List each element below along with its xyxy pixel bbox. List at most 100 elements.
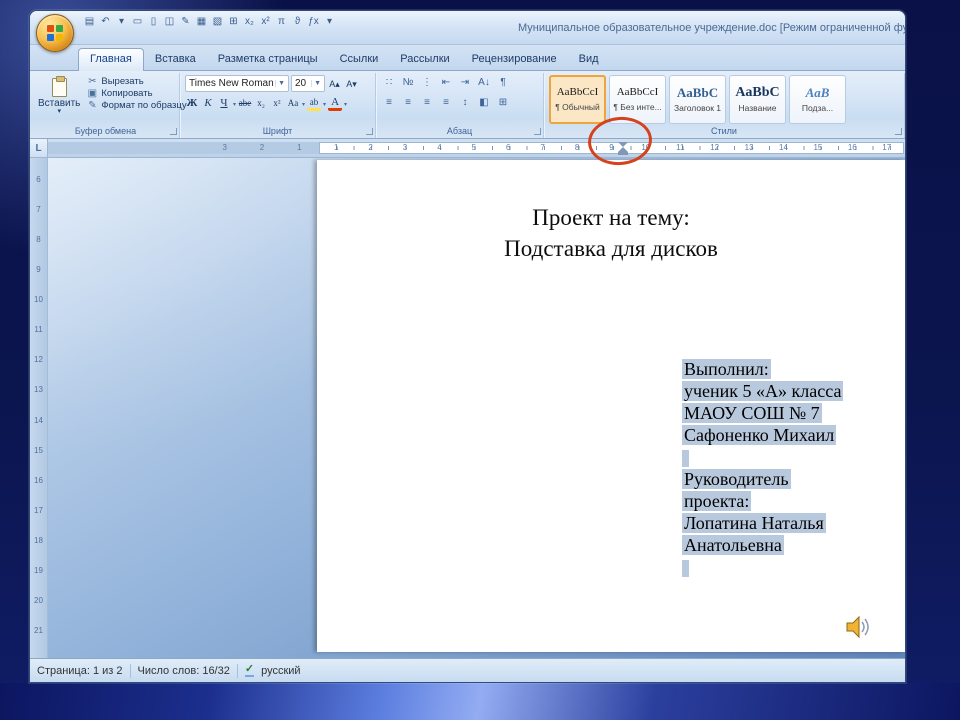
font-dialog-launcher-icon[interactable]: [366, 128, 373, 135]
cut-button[interactable]: ✂ Вырезать: [86, 76, 186, 87]
highlight-dropdown-icon[interactable]: ▾: [323, 101, 326, 108]
ruler-number: 2: [368, 143, 373, 152]
style-card[interactable]: AaB Подза...: [789, 75, 846, 124]
speaker-icon[interactable]: [845, 614, 873, 640]
borders-icon[interactable]: ⊞: [226, 14, 241, 30]
print-preview-icon[interactable]: ◫: [162, 14, 177, 30]
theta-icon[interactable]: ϑ: [290, 14, 305, 30]
case-dropdown-icon[interactable]: ▾: [302, 101, 305, 108]
qat-menu-icon[interactable]: ▾: [322, 14, 337, 30]
borders-grid-icon[interactable]: ⊞: [495, 95, 511, 111]
chevron-down-icon[interactable]: ▼: [311, 80, 321, 87]
save-icon[interactable]: ▤: [82, 14, 97, 30]
chevron-down-icon[interactable]: ▼: [275, 80, 285, 87]
selected-line[interactable]: ученик 5 «А» класса: [682, 380, 844, 402]
multilevel-list-icon[interactable]: ⋮: [419, 75, 435, 91]
copy-button[interactable]: ▣ Копировать: [86, 88, 186, 99]
underline-dropdown-icon[interactable]: ▾: [233, 101, 236, 108]
table-icon[interactable]: ▦: [194, 14, 209, 30]
selected-line[interactable]: проекта:: [682, 490, 843, 512]
pi-icon[interactable]: π: [274, 14, 289, 30]
title-line[interactable]: Проект на тему:: [317, 202, 905, 233]
document-page[interactable]: Проект на тему: Подставка для дисков Выпо…: [317, 160, 905, 652]
tab-references[interactable]: Ссылки: [329, 49, 390, 70]
font-size-combo[interactable]: 20 ▼: [291, 75, 325, 92]
styles-dialog-launcher-icon[interactable]: [895, 128, 902, 135]
ruler-number: 14: [779, 143, 788, 152]
clipboard-dialog-launcher-icon[interactable]: [170, 128, 177, 135]
numbering-icon[interactable]: №: [400, 75, 416, 91]
style-card[interactable]: AaBbC Название: [729, 75, 786, 124]
tab-view[interactable]: Вид: [568, 49, 610, 70]
pilcrow-icon[interactable]: ¶: [495, 75, 511, 91]
tab-home[interactable]: Главная: [78, 48, 144, 71]
chart-icon[interactable]: ▧: [210, 14, 225, 30]
format-painter-button[interactable]: ✎ Формат по образцу: [86, 100, 186, 111]
ruler-number: 3: [402, 143, 408, 152]
tab-review[interactable]: Рецензирование: [461, 49, 568, 70]
new-document-icon[interactable]: ▯: [146, 14, 161, 30]
ruler-number: 9: [36, 264, 41, 274]
highlight-color-button[interactable]: ab: [307, 97, 322, 111]
status-word-count[interactable]: Число слов: 16/32: [138, 665, 230, 677]
shrink-font-button[interactable]: А▾: [344, 76, 359, 92]
ruler-number: 21: [34, 626, 43, 636]
bullets-icon[interactable]: ∷: [381, 75, 397, 91]
align-left-icon[interactable]: ≡: [381, 95, 397, 111]
paragraph-dialog-launcher-icon[interactable]: [534, 128, 541, 135]
ribbon-tabs: Главная Вставка Разметка страницы Ссылки…: [30, 45, 905, 71]
paragraph-group-label: Абзац: [446, 126, 473, 136]
ruler-number: 6: [36, 174, 41, 184]
undo-icon[interactable]: ↶: [98, 14, 113, 30]
decrease-indent-icon[interactable]: ⇤: [438, 75, 454, 91]
strikethrough-button[interactable]: abe: [238, 96, 252, 112]
tab-page-layout[interactable]: Разметка страницы: [207, 49, 329, 70]
selected-line[interactable]: Сафоненко Михаил: [682, 424, 843, 446]
paste-dropdown-icon[interactable]: ▾: [57, 108, 61, 115]
tab-insert[interactable]: Вставка: [144, 49, 207, 70]
superscript-icon[interactable]: x²: [258, 14, 273, 30]
title-line[interactable]: Подставка для дисков: [317, 233, 905, 264]
font-color-button[interactable]: А: [328, 97, 343, 111]
sort-icon[interactable]: А↓: [476, 75, 492, 91]
tab-mailings[interactable]: Рассылки: [389, 49, 460, 70]
selected-line[interactable]: Анатольевна: [682, 534, 843, 556]
office-button[interactable]: [36, 14, 74, 52]
justify-icon[interactable]: ≡: [438, 95, 454, 111]
style-card[interactable]: AaBbC Заголовок 1: [669, 75, 726, 124]
font-color-dropdown-icon[interactable]: ▾: [344, 101, 347, 108]
align-right-icon[interactable]: ≡: [419, 95, 435, 111]
function-icon[interactable]: ƒx: [306, 14, 321, 30]
ruler-number: 17: [34, 505, 43, 515]
shading-icon[interactable]: ◧: [476, 95, 492, 111]
tab-stop-selector[interactable]: L: [30, 139, 48, 157]
style-card[interactable]: AaBbCcI ¶ Обычный: [549, 75, 606, 124]
grow-font-button[interactable]: А▴: [327, 76, 342, 92]
spell-check-icon[interactable]: ✓: [244, 664, 255, 677]
font-group-label: Шрифт: [262, 126, 293, 136]
increase-indent-icon[interactable]: ⇥: [457, 75, 473, 91]
change-case-button[interactable]: Aa: [286, 96, 300, 112]
align-center-icon[interactable]: ≡: [400, 95, 416, 111]
selected-line[interactable]: Выполнил:: [682, 358, 843, 380]
status-page-count[interactable]: Страница: 1 из 2: [37, 665, 123, 677]
subscript-icon[interactable]: x₂: [242, 14, 257, 30]
selected-line[interactable]: [682, 446, 843, 468]
font-family-combo[interactable]: Times New Roman ▼: [185, 75, 289, 92]
undo-dropdown-icon[interactable]: ▾: [114, 14, 129, 30]
selected-line[interactable]: Руководитель: [682, 468, 843, 490]
selected-line[interactable]: МАОУ СОШ № 7: [682, 402, 843, 424]
italic-button[interactable]: К: [201, 96, 215, 112]
status-language[interactable]: русский: [261, 665, 300, 677]
superscript-button[interactable]: x²: [270, 96, 284, 112]
edit-icon[interactable]: ✎: [178, 14, 193, 30]
subscript-button[interactable]: x₂: [254, 96, 268, 112]
selected-line[interactable]: Лопатина Наталья: [682, 512, 843, 534]
bold-button[interactable]: Ж: [185, 96, 199, 112]
underline-button[interactable]: Ч: [217, 96, 231, 112]
selected-line[interactable]: [682, 556, 843, 578]
line-spacing-icon[interactable]: ↕: [457, 95, 473, 111]
paste-button[interactable]: Вставить ▾: [37, 75, 81, 116]
open-icon[interactable]: ▭: [130, 14, 145, 30]
status-bar: Страница: 1 из 2 Число слов: 16/32 ✓ рус…: [30, 658, 905, 682]
